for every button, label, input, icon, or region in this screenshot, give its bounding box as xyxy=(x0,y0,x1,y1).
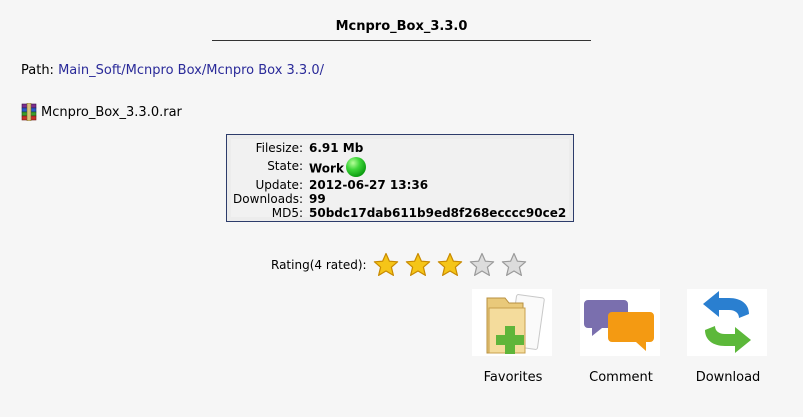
folder-add-icon xyxy=(486,293,545,354)
breadcrumb-link-mcnpro-box-version[interactable]: Mcnpro Box 3.3.0 xyxy=(206,63,319,78)
breadcrumb-trailing-slash: / xyxy=(319,63,325,78)
breadcrumb-link-mcnpro-box[interactable]: Mcnpro Box xyxy=(126,63,202,78)
winrar-archive-icon xyxy=(21,102,37,122)
status-ok-icon xyxy=(345,157,366,177)
star-filled-icon[interactable] xyxy=(437,252,463,278)
file-info-panel: Filesize: 6.91 Mb State: Work Update: 20… xyxy=(226,134,574,222)
star-empty-icon[interactable] xyxy=(501,252,527,278)
state-label: State: xyxy=(267,159,303,173)
info-row-update: Update: 2012-06-27 13:36 xyxy=(231,178,569,192)
rating-stars xyxy=(373,252,533,278)
info-row-md5: MD5: 50bdc17dab611b9ed8f268ecccc90ce2 xyxy=(231,206,569,220)
downloads-value: 99 xyxy=(309,192,326,206)
info-row-downloads: Downloads: 99 xyxy=(231,192,569,206)
rating-widget: Rating(4 rated): xyxy=(271,252,533,278)
page-title: Mcnpro_Box_3.3.0 xyxy=(335,19,468,34)
star-filled-icon[interactable] xyxy=(405,252,431,278)
comment-label[interactable]: Comment xyxy=(560,370,682,385)
comment-button[interactable] xyxy=(580,289,660,356)
downloads-label: Downloads: xyxy=(233,192,303,206)
path-label: Path: xyxy=(21,63,54,78)
state-value: Work xyxy=(309,161,344,176)
download-action[interactable]: Download xyxy=(687,289,769,385)
rating-label: Rating(4 rated): xyxy=(271,258,367,272)
update-label: Update: xyxy=(255,178,303,192)
md5-label: MD5: xyxy=(271,206,303,220)
sync-arrows-icon xyxy=(703,290,751,353)
breadcrumb: Path: Main_Soft/Mcnpro Box/Mcnpro Box 3.… xyxy=(21,63,324,78)
favorites-label[interactable]: Favorites xyxy=(452,370,574,385)
file-entry[interactable]: Mcnpro_Box_3.3.0.rar xyxy=(21,102,182,122)
comment-action[interactable]: Comment xyxy=(580,289,662,385)
update-value: 2012-06-27 13:36 xyxy=(309,178,429,192)
download-label[interactable]: Download xyxy=(667,370,789,385)
star-filled-icon[interactable] xyxy=(373,252,399,278)
md5-value: 50bdc17dab611b9ed8f268ecccc90ce2 xyxy=(309,206,567,220)
favorites-action[interactable]: Favorites xyxy=(472,289,554,385)
favorites-button[interactable] xyxy=(472,289,552,356)
download-button[interactable] xyxy=(687,289,767,356)
star-empty-icon[interactable] xyxy=(469,252,495,278)
info-row-filesize: Filesize: 6.91 Mb xyxy=(231,141,569,155)
comment-bubbles-icon xyxy=(584,299,654,351)
info-row-state: State: Work xyxy=(231,157,569,177)
file-name-link[interactable]: Mcnpro_Box_3.3.0.rar xyxy=(41,105,182,120)
file-info-inner: Filesize: 6.91 Mb State: Work Update: 20… xyxy=(231,139,569,220)
breadcrumb-link-main-soft[interactable]: Main_Soft xyxy=(58,63,121,78)
state-value-wrap: Work xyxy=(309,157,366,179)
title-divider xyxy=(212,40,591,41)
filesize-label: Filesize: xyxy=(255,141,303,155)
filesize-value: 6.91 Mb xyxy=(309,141,364,155)
